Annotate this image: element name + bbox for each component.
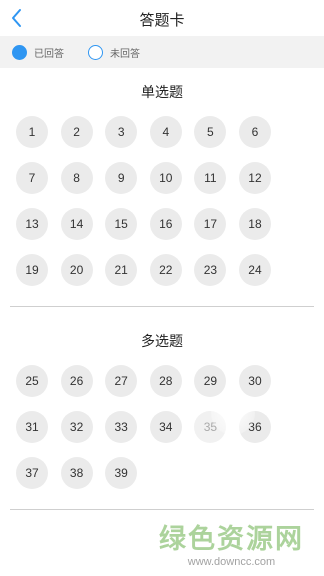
legend-answered: 已回答	[12, 44, 64, 60]
legend-unanswered-label: 未回答	[110, 48, 140, 60]
question-26-button[interactable]: 26	[60, 365, 93, 397]
question-27-button[interactable]: 27	[105, 365, 138, 397]
question-row: 7 8 9 10 11 12	[16, 162, 316, 194]
question-28-button[interactable]: 28	[149, 365, 182, 397]
question-39-button[interactable]: 39	[105, 457, 138, 489]
question-19-button[interactable]: 19	[16, 254, 48, 286]
question-row: 25 26 27 28 29 30	[16, 365, 316, 397]
question-17-button[interactable]: 17	[194, 208, 227, 240]
header: 答题卡	[0, 0, 324, 36]
question-2-button[interactable]: 2	[60, 116, 93, 148]
question-8-button[interactable]: 8	[60, 162, 93, 194]
question-3-button[interactable]: 3	[105, 116, 138, 148]
question-12-button[interactable]: 12	[238, 162, 271, 194]
question-16-button[interactable]: 16	[149, 208, 182, 240]
question-34-button[interactable]: 34	[149, 411, 182, 443]
question-row: 31 32 33 34 35 36	[16, 411, 316, 443]
question-row: 123456	[16, 116, 316, 148]
question-15-button[interactable]: 15	[105, 208, 138, 240]
question-38-button[interactable]: 38	[60, 457, 93, 489]
question-9-button[interactable]: 9	[105, 162, 138, 194]
unanswered-dot-icon	[88, 44, 103, 60]
question-30-button[interactable]: 30	[238, 365, 271, 397]
single-choice-grid: 1 2 3 4 5 6 7 8 9 10 11 12 13 14 15 16 17 18 19 20 21 22 23 24	[16, 116, 316, 286]
question-25-button[interactable]: 25	[16, 365, 48, 397]
answered-dot-icon	[12, 44, 27, 60]
question-6-button[interactable]: 6	[238, 116, 271, 148]
question-32-button[interactable]: 32	[60, 411, 93, 443]
question-4-button[interactable]: 4	[149, 116, 182, 148]
question-row: 13 14 15 16 17 18	[16, 208, 316, 240]
single-choice-title: 单选题	[141, 84, 183, 100]
question-31-button[interactable]: 31	[16, 411, 48, 443]
multi-choice-title: 多选题	[141, 333, 183, 349]
question-29-button[interactable]: 29	[194, 365, 227, 397]
page-title: 答题卡	[139, 12, 185, 29]
question-23-button[interactable]: 23	[194, 254, 227, 286]
question-1-button[interactable]: 1	[16, 116, 48, 148]
question-20-button[interactable]: 20	[60, 254, 93, 286]
question-7-button[interactable]: 7	[16, 162, 48, 194]
watermark-url: www.downcc.com	[187, 556, 276, 568]
question-18-button[interactable]: 18	[238, 208, 271, 240]
legend-bar: 已回答 未回答	[0, 36, 324, 68]
multi-choice-grid: 25 26 27 28 29 30 31 32 33 34 35 36 37 38 39	[16, 365, 316, 489]
question-36-button[interactable]: 36	[238, 411, 271, 443]
question-35-button[interactable]: 35	[194, 411, 227, 443]
question-10-button[interactable]: 10	[149, 162, 182, 194]
question-11-button[interactable]: 11	[194, 162, 227, 194]
legend-answered-label: 已回答	[34, 48, 64, 60]
divider	[10, 509, 314, 510]
question-21-button[interactable]: 21	[105, 254, 138, 286]
watermark-title: 绿色资源网	[159, 524, 304, 554]
question-row: 19 20 21 22 23 24	[16, 254, 316, 286]
watermark: 绿色资源网 www.downcc.com	[159, 517, 304, 568]
question-33-button[interactable]: 33	[105, 411, 138, 443]
question-row: 37 38 39	[16, 457, 316, 489]
question-24-button[interactable]: 24	[238, 254, 271, 286]
question-22-button[interactable]: 22	[149, 254, 182, 286]
question-14-button[interactable]: 14	[60, 208, 93, 240]
legend-unanswered: 未回答	[88, 44, 140, 60]
question-13-button[interactable]: 13	[16, 208, 48, 240]
question-5-button[interactable]: 5	[194, 116, 227, 148]
question-37-button[interactable]: 37	[16, 457, 48, 489]
